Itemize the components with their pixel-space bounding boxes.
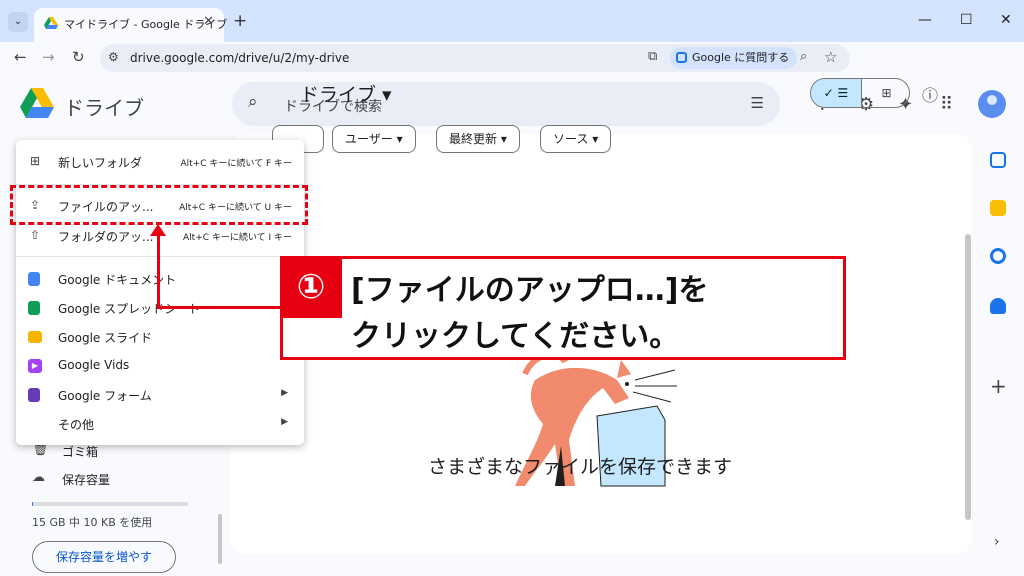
account-avatar[interactable]	[978, 90, 1006, 118]
google-docs-icon	[28, 272, 40, 286]
folder-upload-icon: ⇧	[29, 228, 41, 242]
menu-item-google-forms[interactable]: Google フォーム ▶	[16, 381, 304, 409]
google-lens-button[interactable]: Google に質問する	[670, 47, 798, 69]
submenu-arrow-icon: ▶	[281, 417, 288, 427]
search-filter-icon[interactable]: ☰	[751, 94, 764, 112]
filter-chip-label: ユーザー	[345, 132, 393, 146]
tasks-icon[interactable]	[990, 248, 1006, 264]
browser-tab-drive[interactable]: マイドライブ - Google ドライブ ✕	[34, 8, 227, 42]
search-icon[interactable]: ⌕	[248, 92, 258, 112]
site-info-icon[interactable]: ⚙	[108, 50, 119, 64]
forward-icon[interactable]: →	[42, 48, 55, 66]
menu-item-shortcut: Alt+C キーに続いて F キー	[180, 159, 292, 169]
bookmark-star-icon[interactable]: ☆	[824, 48, 837, 66]
install-app-icon[interactable]: ⧉	[648, 49, 657, 64]
browser-tab-strip: ⌄ マイドライブ - Google ドライブ ✕ + — ☐ ✕	[0, 0, 1024, 42]
tab-close-icon[interactable]: ✕	[203, 14, 214, 29]
menu-item-shortcut: Alt+C キーに続いて I キー	[183, 233, 292, 243]
sidebar-item-trash[interactable]: ゴミ箱	[62, 443, 98, 460]
calendar-icon[interactable]	[990, 152, 1006, 168]
filter-chip-label: 最終更新	[449, 132, 498, 146]
google-forms-icon	[28, 388, 40, 402]
info-icon[interactable]: ⓘ	[922, 82, 938, 106]
filter-chip-label: ソース	[553, 132, 589, 146]
menu-item-more[interactable]: その他 ▶	[16, 410, 304, 438]
arrow-line	[157, 306, 281, 309]
contacts-icon[interactable]	[990, 298, 1006, 314]
keep-icon[interactable]	[990, 200, 1006, 216]
filter-chip-people[interactable]: ユーザー ▾	[332, 125, 416, 153]
step-number-badge: ①	[280, 256, 342, 318]
browser-toolbar: ← → ↻ ⚙ drive.google.com/drive/u/2/my-dr…	[0, 42, 1024, 107]
apps-grid-icon[interactable]: ⠿	[940, 94, 953, 115]
minimize-icon[interactable]: —	[918, 12, 932, 28]
url-text: drive.google.com/drive/u/2/my-drive	[130, 51, 350, 65]
menu-item-label: フォルダのアッ...	[58, 230, 154, 244]
storage-progress-bar	[32, 502, 188, 506]
highlight-box	[10, 185, 308, 225]
google-drive-logo-icon	[20, 88, 54, 118]
list-view-button[interactable]: ✓ ☰	[811, 79, 861, 107]
main-scrollbar[interactable]	[965, 234, 971, 520]
zoom-icon[interactable]: ⌕	[800, 49, 807, 64]
google-slides-icon	[28, 331, 42, 343]
back-icon[interactable]: ←	[14, 48, 27, 66]
arrow-line	[157, 232, 160, 308]
instruction-line-1: [ファイルのアップロ…]を	[351, 273, 709, 308]
tab-search-button[interactable]: ⌄	[8, 12, 28, 32]
empty-state-text: さまざまなファイルを保存できます	[428, 456, 733, 478]
menu-item-new-folder[interactable]: ⊞ 新しいフォルダ Alt+C キーに続いて F キー	[16, 148, 304, 176]
filter-chip-source[interactable]: ソース ▾	[540, 125, 612, 153]
new-tab-button[interactable]: +	[233, 11, 247, 31]
get-more-storage-button[interactable]: 保存容量を増やす	[32, 541, 176, 573]
menu-item-label: Google Vids	[58, 358, 130, 372]
menu-item-label: 新しいフォルダ	[58, 156, 143, 170]
menu-item-google-vids[interactable]: ▶ Google Vids	[16, 352, 304, 380]
storage-progress-fill	[32, 502, 33, 506]
cloud-icon: ☁	[32, 470, 45, 485]
google-sheets-icon	[28, 301, 40, 315]
menu-item-google-slides[interactable]: Google スライド	[16, 323, 304, 351]
google-drive-favicon-icon	[44, 17, 58, 29]
add-addon-icon[interactable]: +	[990, 374, 1007, 398]
menu-item-label: その他	[58, 418, 95, 432]
menu-item-label: Google フォーム	[58, 389, 152, 403]
menu-divider	[16, 256, 304, 257]
view-toggle[interactable]: ✓ ☰ ⊞	[810, 78, 910, 108]
sidebar-item-storage[interactable]: 保存容量	[62, 471, 110, 488]
lens-icon	[676, 52, 687, 63]
window-close-icon[interactable]: ✕	[1000, 12, 1012, 28]
reload-icon[interactable]: ↻	[72, 48, 85, 66]
maximize-icon[interactable]: ☐	[960, 12, 973, 28]
page-title[interactable]: ドライブ ▾	[300, 80, 392, 107]
storage-usage-text: 15 GB 中 10 KB を使用	[32, 516, 153, 529]
menu-item-google-docs[interactable]: Google ドキュメント	[16, 265, 304, 293]
folder-plus-icon: ⊞	[29, 154, 41, 168]
filter-chip-modified[interactable]: 最終更新 ▾	[436, 125, 520, 153]
address-bar[interactable]: ⚙ drive.google.com/drive/u/2/my-drive ⧉ …	[100, 44, 850, 72]
instruction-callout: ① [ファイルのアップロ…]を クリックしてください。	[280, 256, 846, 360]
instruction-line-2: クリックしてください。	[351, 319, 680, 354]
submenu-arrow-icon: ▶	[281, 388, 288, 398]
app-name: ドライブ	[64, 96, 144, 120]
expand-side-panel-icon[interactable]: ›	[994, 534, 1000, 550]
google-question-label: Google に質問する	[692, 51, 790, 64]
sidebar-scrollbar[interactable]	[218, 514, 222, 564]
menu-item-label: Google スライド	[58, 331, 153, 345]
google-vids-icon: ▶	[28, 359, 42, 373]
grid-view-button[interactable]: ⊞	[861, 79, 909, 107]
